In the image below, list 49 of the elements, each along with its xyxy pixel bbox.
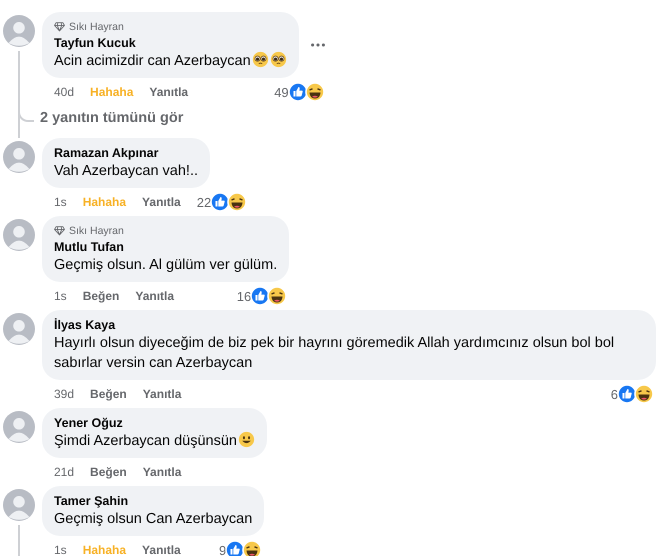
pleading-face-icon — [270, 51, 287, 68]
view-replies-link[interactable]: 2 yanıtın tümünü gör — [40, 108, 184, 130]
comment-text: Hayırlı olsun diyeceğim de biz pek bir hayrını göremedik Allah yardımcınız olsun bol bol sabırlar versin can Azerbaycan — [54, 335, 614, 371]
fan-label: Sıkı Hayran — [69, 224, 124, 236]
timestamp: 39d — [54, 387, 74, 401]
timestamp: 1s — [54, 195, 67, 209]
reaction-count: 9 — [219, 542, 226, 556]
reply-button[interactable]: Yanıtla — [135, 289, 174, 303]
timestamp: 1s — [54, 543, 67, 556]
reaction-button[interactable]: Beğen — [90, 387, 127, 401]
reaction-count: 49 — [274, 84, 289, 100]
author-name[interactable]: Ramazan Akpınar — [54, 145, 158, 161]
thumbs-up-icon[interactable] — [617, 384, 637, 404]
timestamp: 21d — [54, 465, 74, 479]
timestamp: 40d — [54, 85, 74, 99]
author-name[interactable]: Tayfun Kucuk — [54, 35, 136, 51]
author-name[interactable]: İlyas Kaya — [54, 317, 116, 333]
comment-text: Geçmiş olsun Can Azerbaycan — [54, 511, 252, 527]
smiling-face-icon — [238, 431, 255, 448]
timestamp: 1s — [54, 289, 67, 303]
reply-button[interactable]: Yanıtla — [142, 387, 182, 401]
author-name[interactable]: Mutlu Tufan — [54, 239, 124, 255]
thumbs-up-icon[interactable] — [210, 192, 230, 212]
reply-button[interactable]: Yanıtla — [142, 543, 181, 556]
reply-button[interactable]: Yanıtla — [142, 465, 182, 479]
reaction-button[interactable]: Beğen — [82, 289, 120, 303]
comment-text: Acin acimizdir can Azerbaycan — [54, 53, 251, 69]
author-name[interactable]: Yener Oğuz — [54, 415, 123, 431]
author-name[interactable]: Tamer Şahin — [54, 493, 128, 509]
diamond-icon — [54, 21, 65, 32]
laughing-face-icon[interactable] — [242, 540, 262, 556]
thumbs-up-icon[interactable] — [288, 82, 308, 102]
fan-label: Sıkı Hayran — [69, 20, 124, 32]
laughing-face-icon[interactable] — [267, 286, 288, 306]
laughing-face-icon[interactable] — [634, 384, 654, 404]
reaction-count: 6 — [610, 386, 618, 402]
thumbs-up-icon[interactable] — [250, 286, 270, 306]
reply-button[interactable]: Yanıtla — [142, 195, 181, 209]
laughing-face-icon[interactable] — [227, 192, 248, 212]
pleading-face-icon — [252, 51, 269, 68]
comment-text: Vah Azerbaycan vah!.. — [54, 163, 198, 179]
reaction-count: 22 — [196, 194, 212, 210]
laughing-face-icon[interactable] — [304, 82, 325, 102]
diamond-icon — [54, 225, 65, 236]
reply-button[interactable]: Yanıtla — [149, 85, 188, 99]
reaction-count: 16 — [236, 288, 252, 304]
comment-text: Şimdi Azerbaycan düşünsün — [54, 433, 237, 449]
comment-text: Geçmiş olsun. Al gülüm ver gülüm. — [54, 257, 278, 273]
reaction-button[interactable]: Beğen — [90, 465, 127, 479]
